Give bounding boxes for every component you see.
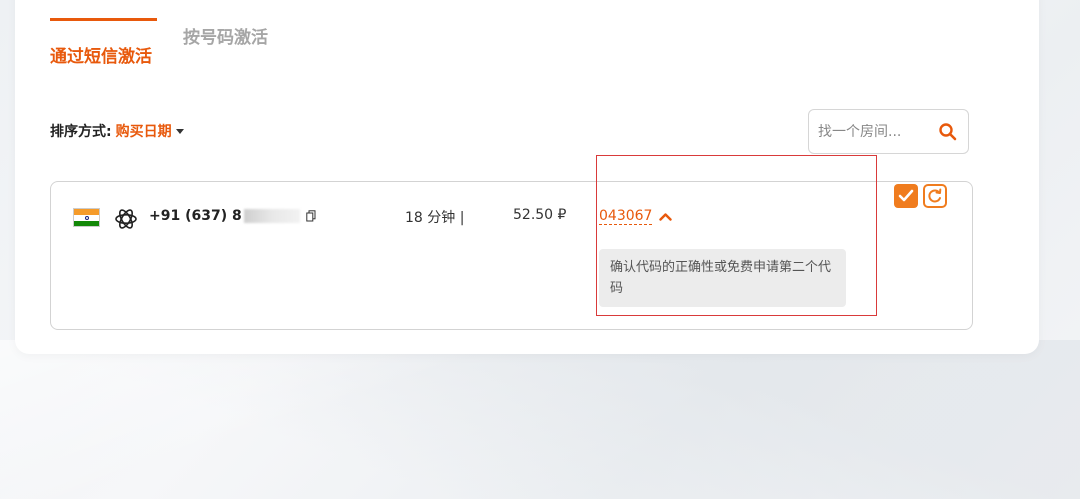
refresh-icon [928, 188, 942, 203]
caret-down-icon[interactable] [175, 128, 184, 134]
search-input[interactable] [818, 123, 928, 140]
elapsed-time: 18 分钟 | [405, 210, 465, 226]
tab-sms-activation[interactable]: 通过短信激活 [50, 18, 157, 67]
background-decoration [0, 340, 1080, 499]
copy-icon[interactable] [305, 210, 316, 222]
redacted-digits [243, 209, 300, 223]
sort-dropdown[interactable]: 购买日期 [116, 121, 172, 141]
sort-control: 排序方式: 购买日期 [50, 121, 184, 141]
phone-number-text: +91 (637) 8 [149, 208, 242, 224]
india-flag-icon [73, 208, 100, 227]
refresh-button[interactable] [923, 184, 947, 208]
phone-number: +91 (637) 8 [149, 208, 316, 224]
highlight-box [596, 155, 877, 316]
confirm-button[interactable] [894, 184, 918, 208]
search-icon[interactable] [938, 122, 958, 142]
openai-icon [115, 209, 137, 229]
search-box [808, 109, 969, 154]
tab-number-activation[interactable]: 按号码激活 [183, 18, 268, 60]
activation-tabs: 通过短信激活 按号码激活 [50, 0, 268, 67]
sort-label: 排序方式: [50, 124, 112, 140]
price: 52.50 ₽ [513, 207, 567, 223]
check-icon [898, 189, 914, 202]
